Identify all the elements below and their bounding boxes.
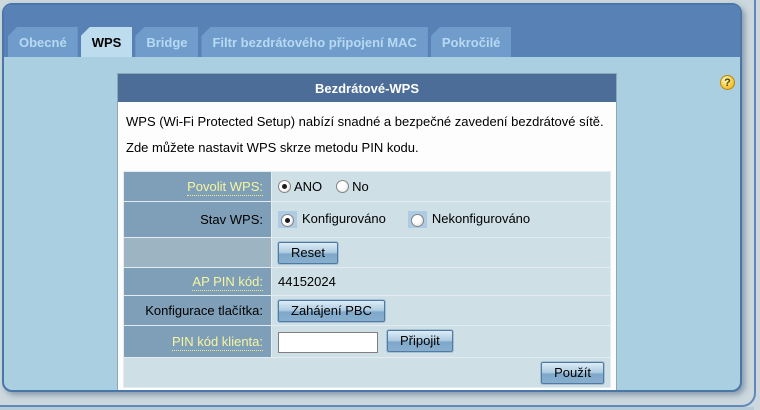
wps-form-table: Povolit WPS: ANO No Stav WPS: Konfigurová… xyxy=(123,171,611,388)
connect-button[interactable]: Připojit xyxy=(387,330,453,353)
table-row: AP PIN kód: 44152024 xyxy=(123,267,611,296)
configured-radio-box xyxy=(278,211,297,229)
client-pin-label[interactable]: PIN kód klienta: xyxy=(171,334,263,351)
enable-wps-label[interactable]: Povolit WPS: xyxy=(187,179,263,196)
table-row: Reset xyxy=(123,237,611,268)
panel-description: WPS (Wi-Fi Protected Setup) nabízí snadn… xyxy=(126,114,604,155)
tab-filtr-mac[interactable]: Filtr bezdrátového připojení MAC xyxy=(201,27,428,57)
client-pin-input[interactable] xyxy=(278,331,378,353)
configured-radio[interactable] xyxy=(281,214,294,228)
ap-pin-label[interactable]: AP PIN kód: xyxy=(192,274,263,291)
tab-wps[interactable]: WPS xyxy=(80,27,133,57)
unconfigured-radio-box xyxy=(407,211,427,229)
tab-pokrocile[interactable]: Pokročilé xyxy=(430,27,512,57)
tab-bridge[interactable]: Bridge xyxy=(135,27,199,57)
tab-strip: Obecné WPS Bridge Filtr bezdrátového při… xyxy=(8,27,512,57)
reset-button[interactable]: Reset xyxy=(278,241,338,264)
unconfigured-label: Nekonfigurováno xyxy=(431,210,531,226)
panel-title: Bezdrátové-WPS xyxy=(118,74,616,102)
help-icon[interactable]: ? xyxy=(720,75,735,90)
unconfigured-radio[interactable] xyxy=(410,214,424,228)
enable-no-radio[interactable] xyxy=(336,180,350,193)
wps-panel: Bezdrátové-WPS WPS (Wi-Fi Protected Setu… xyxy=(117,73,617,390)
tab-bar: Obecné WPS Bridge Filtr bezdrátového při… xyxy=(4,5,740,57)
table-row: PIN kód klienta: Připojit xyxy=(123,325,611,358)
table-row: Povolit WPS: ANO No xyxy=(123,171,611,202)
table-row: Stav WPS: Konfigurováno Nekonfigurováno xyxy=(123,201,611,238)
ap-pin-value: 44152024 xyxy=(278,274,336,289)
configured-label: Konfigurováno xyxy=(302,210,386,226)
push-button-config-label: Konfigurace tlačítka: xyxy=(145,303,263,318)
wireless-settings-window: Obecné WPS Bridge Filtr bezdrátového při… xyxy=(2,3,742,392)
apply-button[interactable]: Použít xyxy=(541,361,604,384)
empty-label-cell xyxy=(123,237,272,268)
enable-no-label: No xyxy=(352,179,369,194)
start-pbc-button[interactable]: Zahájení PBC xyxy=(278,299,385,322)
enable-yes-radio[interactable] xyxy=(278,180,291,193)
table-row: Použít xyxy=(123,357,611,388)
tab-obecne[interactable]: Obecné xyxy=(8,27,78,57)
table-row: Konfigurace tlačítka: Zahájení PBC xyxy=(123,295,611,326)
wps-status-label: Stav WPS: xyxy=(200,212,263,227)
page-body: Bezdrátové-WPS WPS (Wi-Fi Protected Setu… xyxy=(4,57,740,390)
enable-yes-label: ANO xyxy=(294,179,323,194)
